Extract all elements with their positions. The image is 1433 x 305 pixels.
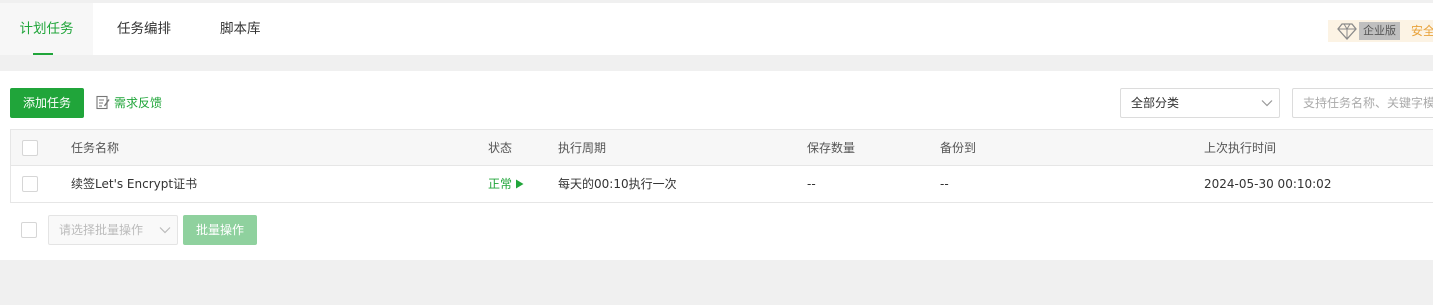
category-select[interactable]: 全部分类 — [1120, 88, 1280, 118]
search-input[interactable] — [1292, 88, 1433, 118]
play-triangle-icon — [516, 179, 524, 188]
edition-label: 企业版 — [1359, 22, 1400, 40]
tab-scheduled-tasks[interactable]: 计划任务 — [0, 3, 93, 55]
header-save-count: 保存数量 — [807, 141, 856, 155]
task-cycle: 每天的00:10执行一次 — [558, 177, 677, 191]
task-status[interactable]: 正常 — [488, 166, 524, 202]
tab-task-orchestration[interactable]: 任务编排 — [117, 3, 171, 55]
top-tab-bar: 计划任务 任务编排 脚本库 企业版 安全 — [0, 3, 1433, 55]
task-name[interactable]: 续签Let's Encrypt证书 — [71, 166, 197, 202]
chevron-down-icon — [1261, 100, 1273, 107]
edit-note-icon — [96, 95, 110, 110]
tab-script-library[interactable]: 脚本库 — [220, 3, 261, 55]
feedback-label: 需求反馈 — [114, 96, 163, 110]
batch-operation-placeholder: 请选择批量操作 — [59, 223, 144, 237]
security-link[interactable]: 安全 — [1411, 20, 1433, 42]
select-all-checkbox[interactable] — [22, 140, 38, 156]
task-last-run: 2024-05-30 00:10:02 — [1204, 177, 1332, 191]
table-header: 任务名称 状态 执行周期 保存数量 备份到 上次执行时间 — [11, 130, 1433, 166]
row-checkbox[interactable] — [22, 176, 38, 192]
enterprise-edition-badge[interactable]: 企业版 安全 — [1328, 20, 1433, 42]
header-last-run[interactable]: 上次执行时间 — [1204, 130, 1276, 166]
task-status-label: 正常 — [488, 177, 513, 191]
header-cycle: 执行周期 — [558, 141, 607, 155]
diamond-icon — [1337, 22, 1357, 40]
task-panel: 添加任务 需求反馈 全部分类 任务名称 状态 执行周期 保存数量 备份到 上次执… — [0, 71, 1433, 260]
batch-operation-button[interactable]: 批量操作 — [183, 215, 257, 245]
task-backup-to: -- — [940, 177, 949, 191]
header-task-name[interactable]: 任务名称 — [71, 130, 119, 166]
header-status: 状态 — [488, 141, 513, 155]
table-row: 续签Let's Encrypt证书 正常 每天的00:10执行一次 -- -- … — [11, 166, 1433, 202]
header-backup-to: 备份到 — [940, 141, 977, 155]
feedback-link[interactable]: 需求反馈 — [96, 94, 162, 112]
batch-operation-select[interactable]: 请选择批量操作 — [48, 215, 178, 245]
task-save-count: -- — [807, 177, 816, 191]
batch-select-checkbox[interactable] — [21, 222, 37, 238]
add-task-button[interactable]: 添加任务 — [10, 88, 84, 118]
task-table: 任务名称 状态 执行周期 保存数量 备份到 上次执行时间 续签Let's Enc… — [10, 129, 1433, 203]
category-select-value: 全部分类 — [1131, 96, 1180, 110]
chevron-down-icon — [159, 227, 171, 234]
